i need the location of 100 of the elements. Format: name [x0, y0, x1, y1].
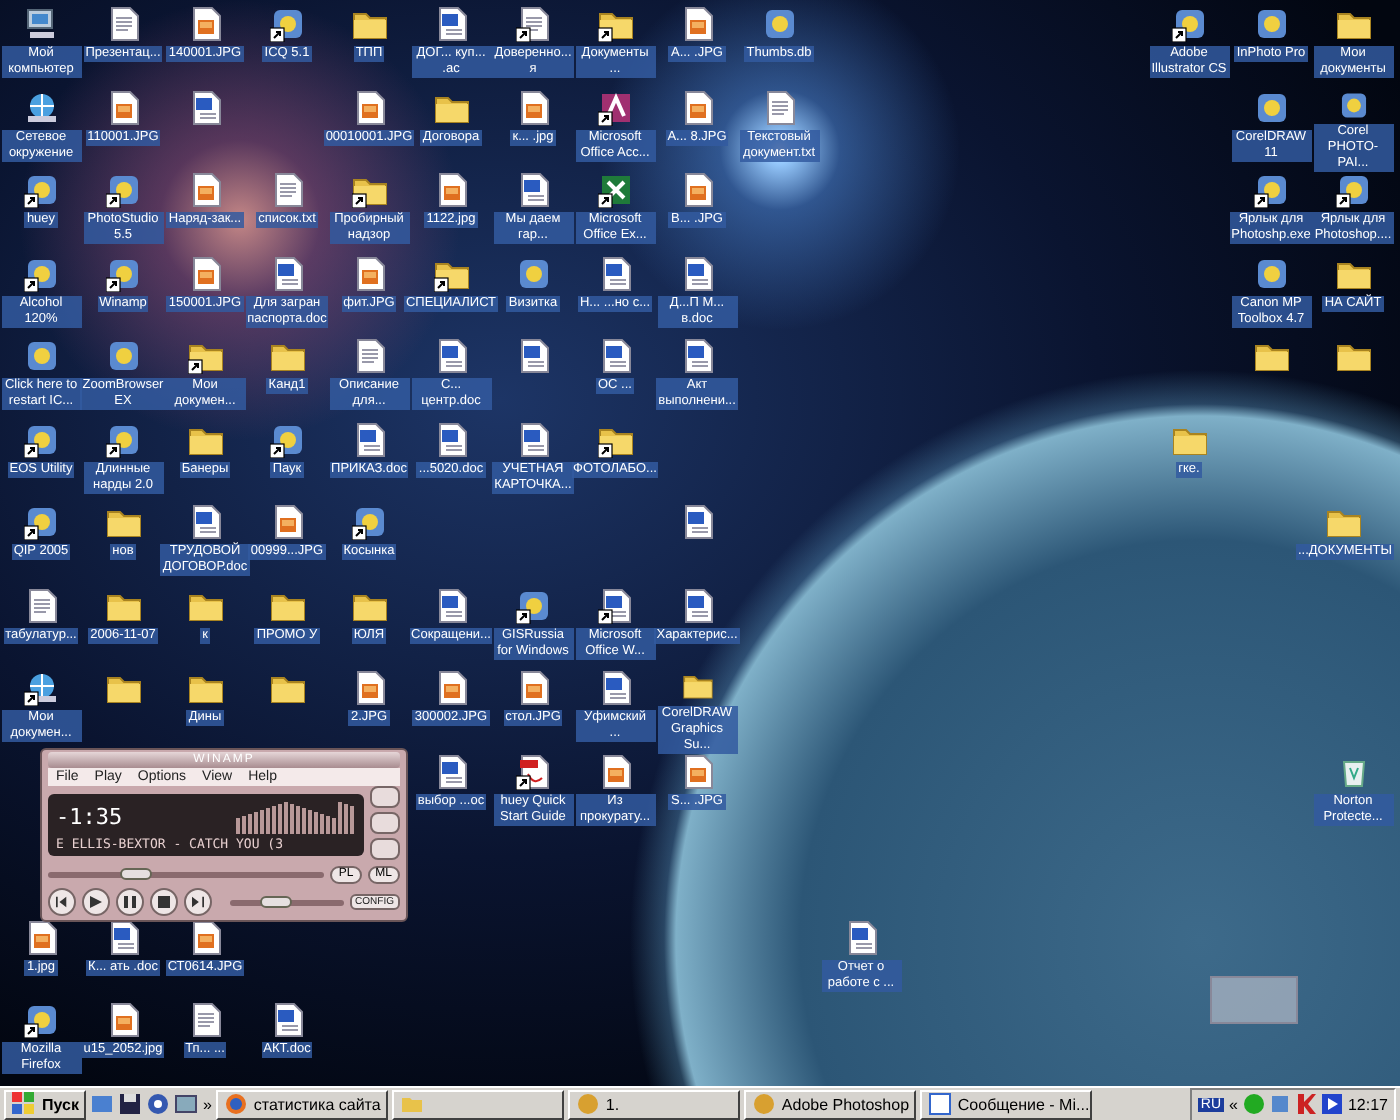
application-shortcut-icon[interactable]	[105, 421, 141, 457]
text-file-icon[interactable]	[23, 587, 59, 623]
document-icon[interactable]	[597, 338, 633, 374]
document-icon[interactable]	[679, 504, 715, 540]
previous-button[interactable]	[48, 888, 76, 916]
more-button[interactable]: »	[202, 1095, 212, 1113]
computer-icon[interactable]	[23, 6, 59, 42]
document-icon[interactable]	[269, 1002, 305, 1038]
taskbar-button[interactable]: статистика сайта	[215, 1089, 388, 1119]
document-icon[interactable]	[269, 255, 305, 291]
spreadsheet-shortcut-icon[interactable]	[597, 172, 633, 208]
application-shortcut-icon[interactable]	[351, 504, 387, 540]
start-button[interactable]: Пуск	[4, 1089, 87, 1119]
image-file-icon[interactable]	[105, 89, 141, 125]
image-file-icon[interactable]	[187, 6, 223, 42]
text-file-shortcut-icon[interactable]	[515, 6, 551, 42]
application-shortcut-icon[interactable]	[269, 6, 305, 42]
document-icon[interactable]	[679, 255, 715, 291]
application-shortcut-icon[interactable]	[105, 255, 141, 291]
taskbar-button[interactable]: Сообщение - Mi...	[919, 1089, 1092, 1119]
document-icon[interactable]	[843, 919, 879, 955]
pdf-file-shortcut-icon[interactable]	[515, 753, 551, 789]
image-file-icon[interactable]	[679, 172, 715, 208]
image-file-icon[interactable]	[433, 172, 469, 208]
toggle-button[interactable]	[370, 812, 400, 834]
toggle-button[interactable]	[370, 786, 400, 808]
document-icon[interactable]	[433, 587, 469, 623]
application-shortcut-icon[interactable]	[23, 255, 59, 291]
document-icon[interactable]	[187, 504, 223, 540]
document-shortcut-icon[interactable]	[597, 587, 633, 623]
application-shortcut-icon[interactable]	[23, 1002, 59, 1038]
text-file-icon[interactable]	[187, 1002, 223, 1038]
database-shortcut-icon[interactable]	[597, 89, 633, 125]
image-file-icon[interactable]	[433, 670, 469, 706]
image-file-icon[interactable]	[269, 504, 305, 540]
image-file-icon[interactable]	[679, 89, 715, 125]
application-icon[interactable]	[1253, 255, 1289, 291]
application-shortcut-icon[interactable]	[23, 172, 59, 208]
image-file-icon[interactable]	[187, 255, 223, 291]
text-file-icon[interactable]	[269, 172, 305, 208]
image-file-icon[interactable]	[679, 753, 715, 789]
application-shortcut-icon[interactable]	[1171, 6, 1207, 42]
application-icon[interactable]	[761, 6, 797, 42]
seek-thumb[interactable]	[120, 868, 153, 880]
image-file-icon[interactable]	[105, 1002, 141, 1038]
document-icon[interactable]	[679, 587, 715, 623]
status-dot-icon[interactable]	[1243, 1094, 1264, 1114]
tray-toggle[interactable]: «	[1229, 1095, 1238, 1113]
application-icon[interactable]	[1253, 89, 1289, 125]
document-icon[interactable]	[433, 421, 469, 457]
application-shortcut-icon[interactable]	[515, 587, 551, 623]
image-file-icon[interactable]	[597, 753, 633, 789]
folder-icon[interactable]	[679, 670, 715, 701]
image-file-icon[interactable]	[187, 172, 223, 208]
document-icon[interactable]	[433, 338, 469, 374]
document-icon[interactable]	[433, 753, 469, 789]
application-shortcut-icon[interactable]	[105, 172, 141, 208]
image-file-icon[interactable]	[351, 89, 387, 125]
next-button[interactable]	[184, 888, 212, 916]
play-icon[interactable]	[1321, 1094, 1342, 1114]
document-icon[interactable]	[597, 670, 633, 706]
taskbar-button[interactable]: 1.	[567, 1089, 740, 1119]
image-file-icon[interactable]	[351, 670, 387, 706]
document-icon[interactable]	[515, 338, 551, 374]
application-shortcut-icon[interactable]	[23, 421, 59, 457]
volume-slider[interactable]	[230, 899, 344, 905]
application-icon[interactable]	[23, 338, 59, 374]
image-file-icon[interactable]	[515, 670, 551, 706]
application-icon[interactable]	[1253, 6, 1289, 42]
taskbar-button[interactable]	[391, 1089, 564, 1119]
taskbar-button[interactable]: Adobe Photoshop	[743, 1089, 916, 1119]
image-file-icon[interactable]	[351, 255, 387, 291]
text-file-icon[interactable]	[351, 338, 387, 374]
document-icon[interactable]	[515, 172, 551, 208]
application-shortcut-icon[interactable]	[269, 421, 305, 457]
antivirus-icon[interactable]	[1295, 1094, 1316, 1114]
document-icon[interactable]	[679, 338, 715, 374]
text-file-icon[interactable]	[761, 89, 797, 125]
image-file-icon[interactable]	[187, 919, 223, 955]
application-shortcut-icon[interactable]	[23, 504, 59, 540]
seek-bar[interactable]	[48, 872, 325, 878]
image-file-icon[interactable]	[23, 919, 59, 955]
document-icon[interactable]	[515, 421, 551, 457]
pause-button[interactable]	[116, 888, 144, 916]
document-icon[interactable]	[187, 89, 223, 125]
text-file-icon[interactable]	[105, 6, 141, 42]
play-button[interactable]	[82, 888, 110, 916]
window-icon[interactable]	[174, 1092, 199, 1116]
document-icon[interactable]	[597, 255, 633, 291]
application-shortcut-icon[interactable]	[1335, 172, 1371, 208]
application-icon[interactable]	[515, 255, 551, 291]
image-file-icon[interactable]	[679, 6, 715, 42]
network-shortcut-icon[interactable]	[23, 670, 59, 706]
document-icon[interactable]	[105, 919, 141, 955]
document-icon[interactable]	[351, 421, 387, 457]
media-player-icon[interactable]	[146, 1092, 171, 1116]
volume-thumb[interactable]	[259, 895, 292, 907]
image-file-icon[interactable]	[515, 89, 551, 125]
document-icon[interactable]	[433, 6, 469, 42]
toggle-button[interactable]	[370, 838, 400, 860]
